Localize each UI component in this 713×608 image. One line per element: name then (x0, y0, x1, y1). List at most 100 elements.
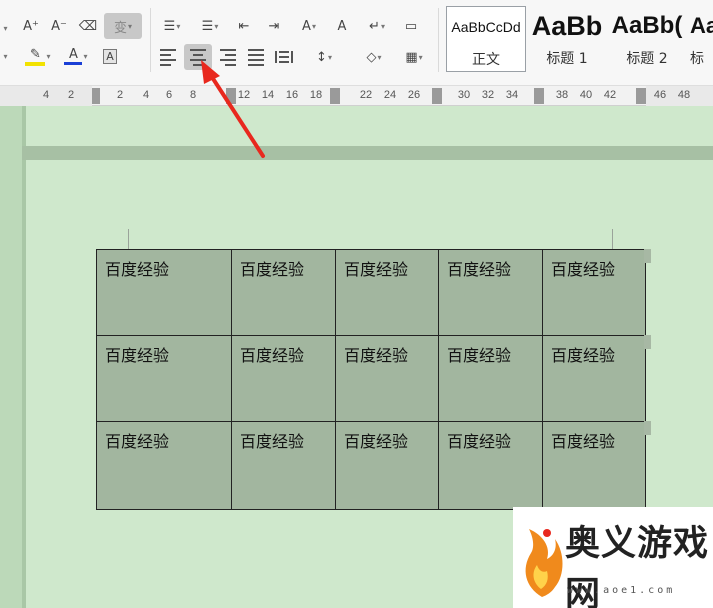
phonetic-guide-button[interactable]: 变 ▾ (104, 13, 142, 39)
chinese-layout-button[interactable]: A ▾ (292, 14, 326, 38)
style-heading-3[interactable]: Aa 标 (690, 6, 713, 72)
align-left-button[interactable] (156, 45, 180, 69)
font-dropdown[interactable]: ▾ (0, 44, 10, 68)
align-center-button[interactable] (184, 44, 212, 70)
column-marker[interactable] (330, 88, 340, 104)
ruler-tick: 24 (383, 89, 397, 101)
table-row: 百度经验 百度经验 百度经验 百度经验 百度经验 (96, 335, 646, 422)
table-cell[interactable]: 百度经验 (231, 335, 336, 422)
ruler-tick: 2 (67, 89, 75, 101)
table-cell[interactable]: 百度经验 (542, 249, 646, 336)
ruler-tick: 32 (481, 89, 495, 101)
ruler-icon: ▭ (404, 18, 418, 34)
shading-button[interactable]: ◇ ▾ (356, 45, 392, 69)
separator (150, 8, 151, 72)
style-preview: AaBbCcDd (451, 19, 521, 35)
chinese-layout-icon: A (302, 18, 311, 34)
ruler-tick: 42 (603, 89, 617, 101)
increase-indent-button[interactable]: ⇥ (262, 14, 286, 38)
text-direction-button[interactable]: A (330, 14, 354, 38)
table-cell[interactable]: 百度经验 (96, 335, 232, 422)
watermark: 奥义游戏网 www.aoe1.com (513, 507, 713, 608)
column-marker[interactable] (534, 88, 544, 104)
justify-icon (248, 48, 264, 66)
ruler-tick: 26 (407, 89, 421, 101)
column-marker[interactable] (432, 88, 442, 104)
table-cell[interactable]: 百度经验 (438, 249, 543, 336)
numbering-icon: ☰ (201, 18, 214, 34)
table-cell[interactable]: 百度经验 (335, 335, 439, 422)
horizontal-ruler[interactable]: 4 2 2 4 6 8 12 14 16 18 22 24 26 30 32 3… (0, 86, 713, 106)
font-shrink-button[interactable]: A⁻ (48, 14, 70, 38)
ruler-tick: 38 (555, 89, 569, 101)
font-color-button[interactable]: A ▾ (60, 44, 92, 68)
table-cell[interactable]: 百度经验 (542, 335, 646, 422)
style-preview: AaBb( (611, 12, 683, 39)
bullets-icon: ☰ (163, 18, 176, 34)
column-marker[interactable] (226, 88, 236, 104)
char-shading-button[interactable]: A (98, 44, 122, 68)
style-normal[interactable]: AaBbCcDd 正文 (446, 6, 526, 72)
row-resize-handle[interactable] (644, 249, 651, 263)
ruler-tick: 4 (42, 89, 50, 101)
table-cell[interactable]: 百度经验 (96, 249, 232, 336)
ruler-tick: 46 (653, 89, 667, 101)
font-shrink-icon: A⁻ (51, 18, 67, 34)
row-resize-handle[interactable] (644, 421, 651, 435)
row-resize-handle[interactable] (644, 335, 651, 349)
align-right-button[interactable] (216, 45, 240, 69)
style-preview: Aa (690, 13, 713, 38)
document-table[interactable]: 百度经验 百度经验 百度经验 百度经验 百度经验 百度经验 百度经验 百度经验 … (96, 249, 646, 510)
table-cell[interactable]: 百度经验 (231, 421, 336, 510)
ruler-tick: 14 (261, 89, 275, 101)
distributed-icon (275, 51, 293, 63)
clear-format-button[interactable]: ⌫ (76, 14, 100, 38)
table-cell[interactable]: 百度经验 (438, 335, 543, 422)
left-indent-marker[interactable] (92, 88, 100, 104)
highlight-button[interactable]: ✎ ▾ (18, 44, 58, 68)
page-shadow (22, 106, 26, 608)
borders-icon: ▦ (405, 49, 418, 65)
watermark-url: www.aoe1.com (567, 585, 676, 596)
indent-icon: ⇥ (268, 18, 280, 34)
align-left-icon (160, 48, 176, 66)
line-spacing-icon: ↕ (316, 49, 327, 65)
margin-guide (128, 229, 129, 249)
bullets-button[interactable]: ☰ ▾ (156, 14, 188, 38)
table-cell[interactable]: 百度经验 (231, 249, 336, 336)
decrease-indent-button[interactable]: ⇤ (232, 14, 256, 38)
style-preview: AaBb (531, 10, 603, 41)
ribbon: ▾ ▾ A⁺ A⁻ ⌫ 变 ▾ ✎ ▾ A ▾ A ☰ ▾ ☰ ▾ ⇤ ⇥ A … (0, 0, 713, 86)
font-grow-button[interactable]: A⁺ (20, 14, 42, 38)
font-size-dropdown[interactable]: ▾ (0, 16, 10, 40)
show-marks-button[interactable]: ↵ ▾ (360, 14, 394, 38)
ruler-tick: 40 (579, 89, 593, 101)
distributed-button[interactable] (272, 45, 296, 69)
ruler-tick: 12 (237, 89, 251, 101)
phonetic-icon: 变 (113, 20, 127, 36)
align-center-icon (190, 48, 206, 66)
char-shading-icon: A (103, 48, 117, 64)
line-spacing-button[interactable]: ↕ ▾ (306, 45, 342, 69)
ruler-tick: 48 (677, 89, 691, 101)
style-label: 标 (690, 51, 704, 67)
table-row: 百度经验 百度经验 百度经验 百度经验 百度经验 (96, 421, 646, 510)
justify-button[interactable] (244, 45, 268, 69)
numbering-button[interactable]: ☰ ▾ (194, 14, 226, 38)
table-cell[interactable]: 百度经验 (335, 421, 439, 510)
paint-bucket-icon: ◇ (366, 49, 377, 65)
ruler-tick: 22 (359, 89, 373, 101)
style-label: 正文 (472, 52, 500, 68)
style-heading-1[interactable]: AaBb 标题 1 (528, 6, 606, 72)
tab-ruler-button[interactable]: ▭ (398, 14, 424, 38)
table-cell[interactable]: 百度经验 (542, 421, 646, 510)
style-heading-2[interactable]: AaBb( 标题 2 (608, 6, 686, 72)
highlight-icon: ✎ (30, 46, 41, 62)
right-indent-marker[interactable] (636, 88, 646, 104)
ruler-tick: 6 (165, 89, 173, 101)
table-cell[interactable]: 百度经验 (335, 249, 439, 336)
table-cell[interactable]: 百度经验 (96, 421, 232, 510)
table-cell[interactable]: 百度经验 (438, 421, 543, 510)
borders-button[interactable]: ▦ ▾ (396, 45, 432, 69)
ruler-tick: 8 (189, 89, 197, 101)
